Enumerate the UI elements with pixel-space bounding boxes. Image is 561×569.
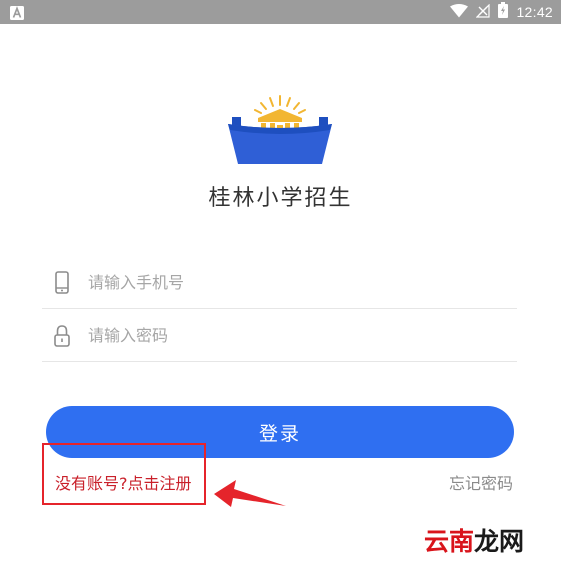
phone-input[interactable] — [88, 267, 508, 297]
watermark: 云南龙网 — [424, 522, 528, 560]
phone-input-row — [42, 258, 517, 309]
password-input-row — [42, 311, 517, 362]
app-title: 桂林小学招生 — [208, 186, 353, 211]
a-notification-icon — [10, 5, 24, 24]
no-signal-icon — [476, 3, 491, 22]
battery-charging-icon — [498, 2, 509, 22]
status-icons: 12:42 — [450, 2, 553, 22]
lock-icon — [52, 324, 72, 348]
password-input[interactable] — [88, 320, 508, 350]
forgot-password-link[interactable]: 忘记密码 — [449, 470, 513, 494]
arrow-left-icon — [214, 480, 286, 507]
status-time: 12:42 — [516, 4, 553, 20]
school-building-sunrise-logo — [226, 92, 334, 166]
watermark-text-2: 龙网 — [474, 527, 525, 556]
wifi-icon — [450, 3, 469, 22]
status-bar: 12:42 — [0, 0, 561, 24]
register-link[interactable]: 没有账号?点击注册 — [55, 470, 192, 494]
phone-icon — [52, 271, 72, 295]
watermark-text: 云南 — [424, 527, 475, 556]
